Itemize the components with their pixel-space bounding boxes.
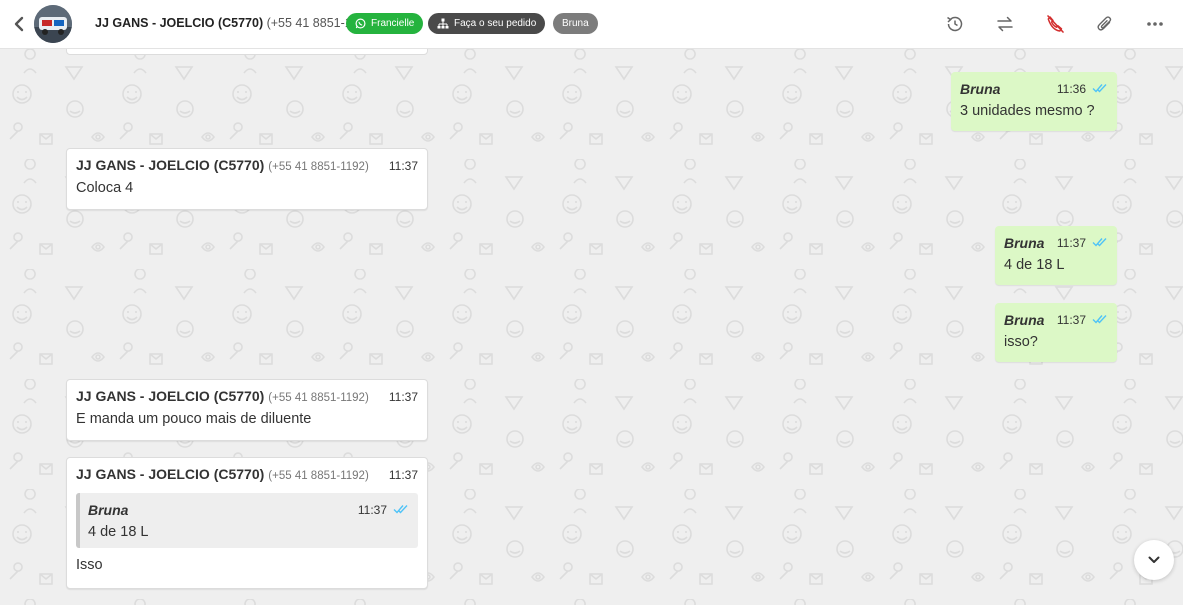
outgoing-message[interactable]: Bruna 11:36 3 unidades mesmo ? [951, 72, 1117, 131]
message-text: 3 unidades mesmo ? [960, 103, 1095, 119]
message-text: isso? [1004, 334, 1038, 350]
message-time: 11:37 [1056, 313, 1086, 327]
tag-bruna[interactable]: Bruna [553, 13, 598, 34]
attach-button[interactable] [1093, 12, 1117, 36]
message-sender-block: JJ GANS - JOELCIO (C5770) (+55 41 8851-11… [76, 388, 369, 406]
message-sender-block: JJ GANS - JOELCIO (C5770) (+55 41 8851-11… [76, 157, 369, 175]
incoming-message[interactable]: JJ GANS - JOELCIO (C5770) (+55 41 8851-11… [66, 379, 428, 441]
history-button[interactable] [943, 12, 967, 36]
message-sender: JJ GANS - JOELCIO (C5770) [76, 388, 265, 404]
quoted-text: 4 de 18 L [88, 524, 149, 540]
message-header: Bruna 11:37 [1004, 311, 1108, 329]
more-icon [1147, 22, 1163, 26]
message-sender-phone: (+55 41 8851-1192) [268, 392, 369, 404]
message-time: 11:37 [388, 390, 418, 404]
scroll-to-bottom-button[interactable] [1134, 540, 1174, 580]
incoming-message[interactable]: JJ GANS - JOELCIO (C5770) (+55 41 8851-11… [66, 457, 428, 589]
message-time: 11:37 [1056, 236, 1086, 250]
history-icon [947, 16, 963, 32]
quoted-meta: 11:37 [358, 501, 409, 519]
message-time: 11:37 [388, 468, 418, 482]
message-sender-block: JJ GANS - JOELCIO (C5770) (+55 41 8851-11… [76, 466, 369, 484]
transfer-button[interactable] [993, 12, 1017, 36]
message-text: Coloca 4 [76, 180, 134, 196]
contact-name: JJ GANS - JOELCIO (C5770) (+55 41 8851-1… [95, 16, 376, 30]
quoted-message[interactable]: Bruna 11:37 4 de 18 L [76, 493, 418, 548]
message-sender: JJ GANS - JOELCIO (C5770) [76, 466, 265, 482]
message-header: Bruna 11:37 [1004, 234, 1108, 252]
message-header: JJ GANS - JOELCIO (C5770) (+55 41 8851-11… [76, 157, 418, 175]
message-sender-phone: (+55 41 8851-1192) [268, 161, 369, 173]
message-sender-phone: (+55 41 8851-1192) [268, 470, 369, 482]
end-call-button[interactable] [1043, 12, 1067, 36]
back-button[interactable] [10, 14, 28, 34]
chevron-down-icon [1148, 556, 1160, 563]
message-text: Isso [76, 557, 103, 573]
message-meta: 11:37 [1057, 311, 1108, 329]
message-header: JJ GANS - JOELCIO (C5770) (+55 41 8851-11… [76, 466, 418, 484]
chat-header: JJ GANS - JOELCIO (C5770) (+55 41 8851-1… [0, 0, 1183, 49]
sitemap-icon [437, 18, 449, 29]
message-header: JJ GANS - JOELCIO (C5770) (+55 41 8851-11… [76, 388, 418, 406]
message-sender: Bruna [1004, 312, 1045, 328]
more-button[interactable] [1143, 12, 1167, 36]
tag-label: Faça o seu pedido [454, 18, 537, 29]
message-meta: 11:36 [1057, 80, 1108, 98]
double-check-icon [1092, 83, 1108, 93]
tag-pedido[interactable]: Faça o seu pedido [428, 13, 546, 34]
tag-label: Bruna [562, 18, 589, 29]
message-sender: JJ GANS - JOELCIO (C5770) [76, 157, 265, 173]
double-check-icon [393, 504, 409, 514]
quoted-sender: Bruna [88, 502, 129, 518]
message-sender: Bruna [960, 81, 1001, 97]
outgoing-message[interactable]: Bruna 11:37 4 de 18 L [995, 226, 1117, 285]
message-meta: 11:37 [1057, 234, 1108, 252]
message-time: 11:37 [388, 159, 418, 173]
double-check-icon [1092, 237, 1108, 247]
chevron-left-icon [14, 16, 24, 32]
quoted-message-header: Bruna 11:37 [88, 501, 409, 519]
tag-francielle[interactable]: Francielle [346, 13, 424, 34]
previous-message-bubble [66, 49, 428, 55]
contact-name-text: JJ GANS - JOELCIO (C5770) [95, 16, 264, 30]
whatsapp-icon [355, 18, 366, 29]
quoted-time: 11:37 [357, 503, 387, 517]
message-text: 4 de 18 L [1004, 257, 1065, 273]
message-sender: Bruna [1004, 235, 1045, 251]
message-header: Bruna 11:36 [960, 80, 1108, 98]
chat-area[interactable]: Bruna 11:36 3 unidades mesmo ? JJ GANS -… [0, 49, 1183, 605]
tag-label: Francielle [371, 18, 415, 29]
transfer-icon [997, 16, 1013, 32]
double-check-icon [1092, 314, 1108, 324]
attach-icon [1097, 16, 1112, 31]
message-time: 11:36 [1056, 82, 1086, 96]
end-call-icon [1047, 15, 1064, 33]
incoming-message[interactable]: JJ GANS - JOELCIO (C5770) (+55 41 8851-11… [66, 148, 428, 210]
message-text: E manda um pouco mais de diluente [76, 411, 312, 427]
outgoing-message[interactable]: Bruna 11:37 isso? [995, 303, 1117, 362]
avatar[interactable] [34, 5, 72, 43]
